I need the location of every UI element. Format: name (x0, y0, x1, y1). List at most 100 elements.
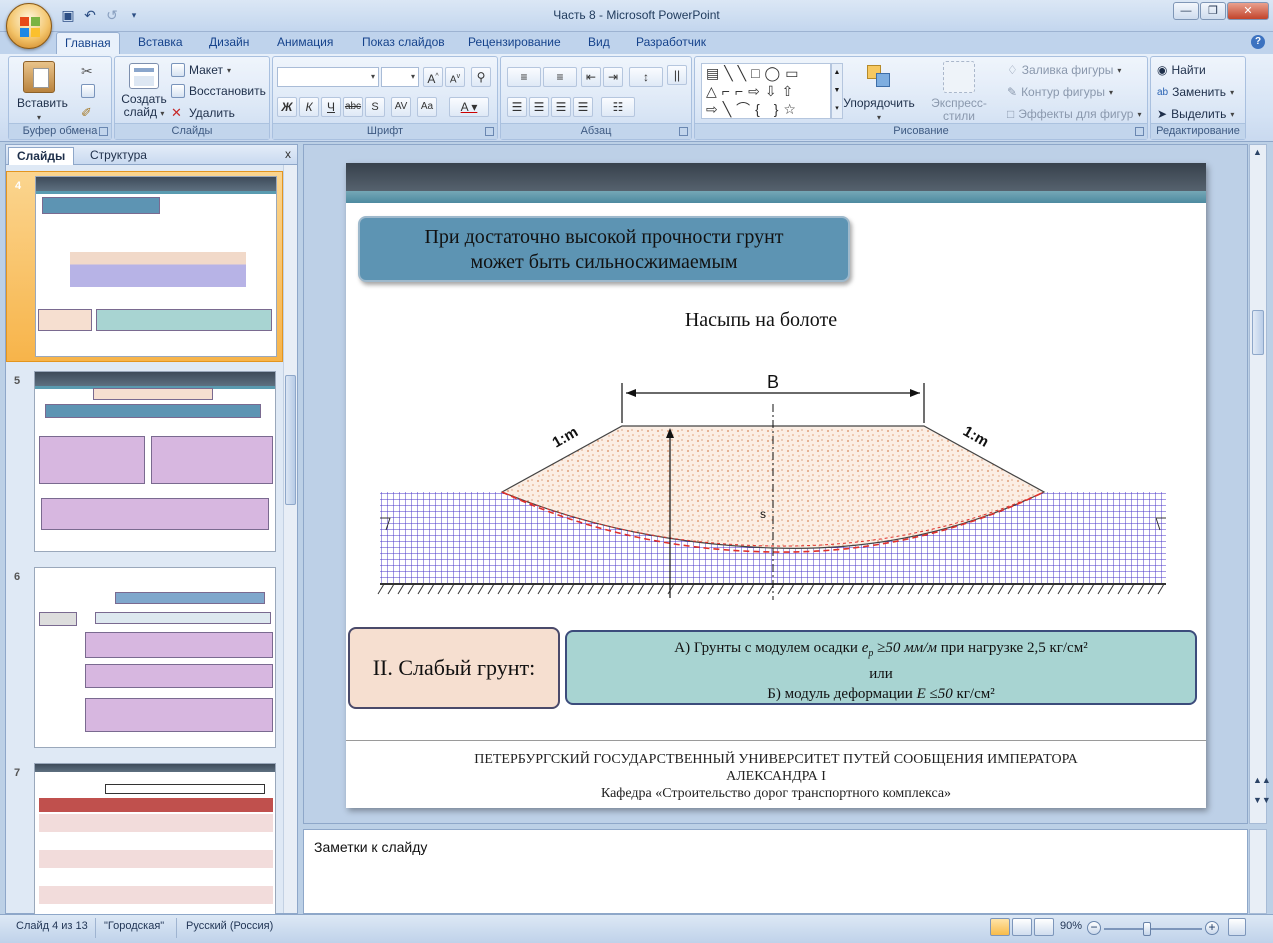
layout-button[interactable]: Макет ▾ (171, 63, 231, 77)
align-right-button[interactable]: ☰ (551, 97, 571, 117)
slide-number: 6 (14, 571, 21, 583)
shapes-gallery[interactable]: ▤╲╲□◯▭ △⌐⌐⇨⇩⇧ ⇨╲⌒{ }☆ (701, 63, 831, 119)
font-name-combo[interactable]: ▾ (277, 67, 379, 87)
zoom-slider-knob[interactable] (1143, 922, 1151, 936)
previous-slide-icon[interactable]: ▲▲ (1253, 775, 1271, 785)
shape-effects-button[interactable]: □ Эффекты для фигур ▾ (1007, 107, 1141, 121)
tab-view[interactable]: Вид (588, 35, 610, 49)
dialog-launcher-icon[interactable] (485, 127, 494, 136)
copy-button[interactable] (81, 84, 95, 98)
arrange-button[interactable]: Упорядочить ▾ (841, 61, 917, 124)
close-button[interactable]: ✕ (1227, 2, 1269, 20)
replace-icon: ab (1157, 86, 1169, 98)
paste-button[interactable]: Вставить ▾ (17, 61, 68, 124)
tab-slideshow[interactable]: Показ слайдов (362, 35, 445, 49)
panel-tabs: Слайды Структура x (6, 145, 297, 165)
normal-view-icon[interactable] (990, 918, 1010, 936)
justify-button[interactable]: ☰ (573, 97, 593, 117)
zoom-slider[interactable] (1104, 928, 1202, 930)
bold-button[interactable]: Ж (277, 97, 297, 117)
office-button[interactable] (6, 3, 52, 49)
dialog-launcher-icon[interactable] (99, 127, 108, 136)
cursor-icon: ➤ (1157, 107, 1168, 121)
shape-outline-button[interactable]: ✎ Контур фигуры ▾ (1007, 85, 1113, 99)
change-case-button[interactable]: Aa (417, 97, 437, 117)
font-color-button[interactable]: A ▾ (449, 97, 489, 117)
next-slide-icon[interactable]: ▼▼ (1253, 795, 1271, 805)
tab-insert[interactable]: Вставка (138, 35, 183, 49)
scroll-thumb[interactable] (1252, 310, 1264, 355)
align-center-button[interactable]: ☰ (529, 97, 549, 117)
slide-canvas[interactable]: При достаточно высокой прочности грунт м… (346, 163, 1206, 808)
fit-to-window-icon[interactable] (1228, 918, 1246, 936)
decrease-indent-button[interactable]: ⇤ (581, 67, 601, 87)
tab-slides[interactable]: Слайды (8, 147, 75, 165)
brush-icon: ✐ (81, 105, 92, 120)
slide-title[interactable]: При достаточно высокой прочности грунт м… (358, 216, 850, 282)
find-button[interactable]: ◉ Найти (1157, 63, 1206, 77)
tab-outline[interactable]: Структура (82, 147, 155, 165)
slide-sorter-icon[interactable] (1012, 918, 1032, 936)
format-painter-button[interactable]: ✐ (81, 105, 92, 121)
increase-indent-button[interactable]: ⇥ (603, 67, 623, 87)
delete-icon: ✕ (171, 105, 182, 120)
zoom-in-icon[interactable]: + (1205, 921, 1219, 935)
select-button[interactable]: ➤ Выделить ▾ (1157, 107, 1234, 121)
diagram-caption[interactable]: Насыпь на болоте (346, 309, 1176, 332)
slope-label-right: 1:m (960, 423, 992, 451)
font-size-combo[interactable]: ▾ (381, 67, 419, 87)
slide-footer[interactable]: ПЕТЕРБУРГСКИЙ ГОСУДАРСТВЕННЫЙ УНИВЕРСИТЕ… (346, 751, 1206, 802)
tab-review[interactable]: Рецензирование (468, 35, 561, 49)
zoom-level[interactable]: 90% (1060, 920, 1082, 932)
char-spacing-button[interactable]: AV (391, 97, 411, 117)
restore-button[interactable]: ❐ (1200, 2, 1226, 20)
columns-button[interactable]: ☷ (601, 97, 635, 117)
cut-button[interactable]: ✂ (81, 63, 93, 80)
binoculars-icon: ◉ (1157, 63, 1168, 77)
bullets-button[interactable]: ≡ (507, 67, 541, 87)
notes-scrollbar[interactable] (1249, 829, 1267, 914)
align-left-button[interactable]: ☰ (507, 97, 527, 117)
dialog-launcher-icon[interactable] (1135, 127, 1144, 136)
new-slide-button[interactable]: Создать слайд ▾ (119, 61, 169, 120)
slide-thumbnail-6[interactable]: 6 (6, 563, 283, 754)
weak-soil-box[interactable]: II. Слабый грунт: (348, 627, 560, 709)
copy-icon (81, 84, 95, 98)
replace-button[interactable]: ab Заменить ▾ (1157, 85, 1234, 99)
slide-thumbnail-4[interactable]: 4 (6, 171, 283, 362)
panel-scrollbar[interactable] (283, 165, 297, 913)
shadow-button[interactable]: S (365, 97, 385, 117)
tab-developer[interactable]: Разработчик (636, 35, 706, 49)
underline-button[interactable]: Ч (321, 97, 341, 117)
slide-thumbnail-5[interactable]: 5 (6, 367, 283, 558)
slide-scrollbar[interactable]: ▲ ▲▲ ▼▼ (1249, 144, 1271, 824)
scroll-up-icon[interactable]: ▲ (1253, 147, 1262, 157)
shape-fill-button[interactable]: ♢ Заливка фигуры ▾ (1007, 63, 1121, 77)
panel-close-icon[interactable]: x (285, 147, 291, 161)
zoom-out-icon[interactable]: − (1087, 921, 1101, 935)
numbering-button[interactable]: ≡ (543, 67, 577, 87)
criteria-box[interactable]: А) Грунты с модулем осадки ep ≥50 мм/м п… (565, 630, 1197, 705)
embankment-diagram[interactable]: B 1:m 1:m s (376, 368, 1176, 608)
group-editing: ◉ Найти ab Заменить ▾ ➤ Выделить ▾ Редактиров… (1150, 56, 1246, 140)
grow-font-button[interactable]: A^ (423, 67, 443, 87)
reset-button[interactable]: Восстановить (171, 84, 266, 98)
line-spacing-button[interactable]: ↕ (629, 67, 663, 87)
delete-slide-button[interactable]: ✕ Удалить (171, 105, 235, 121)
shrink-font-button[interactable]: Av (445, 67, 465, 87)
slideshow-icon[interactable] (1034, 918, 1054, 936)
minimize-button[interactable]: — (1173, 2, 1199, 20)
slide-counter: Слайд 4 из 13 (16, 920, 88, 932)
tab-animation[interactable]: Анимация (277, 35, 333, 49)
slide-thumbnail-7[interactable]: 7 (6, 759, 283, 915)
strikethrough-button[interactable]: abc (343, 97, 363, 117)
tab-home[interactable]: Главная (56, 32, 120, 54)
notes-pane[interactable]: Заметки к слайду (303, 829, 1248, 914)
italic-button[interactable]: К (299, 97, 319, 117)
text-direction-button[interactable]: || (667, 65, 687, 85)
tab-design[interactable]: Дизайн (209, 35, 249, 49)
dialog-launcher-icon[interactable] (679, 127, 688, 136)
help-icon[interactable]: ? (1251, 35, 1265, 49)
language-indicator[interactable]: Русский (Россия) (186, 920, 273, 932)
clear-format-button[interactable]: ⚲ (471, 67, 491, 87)
